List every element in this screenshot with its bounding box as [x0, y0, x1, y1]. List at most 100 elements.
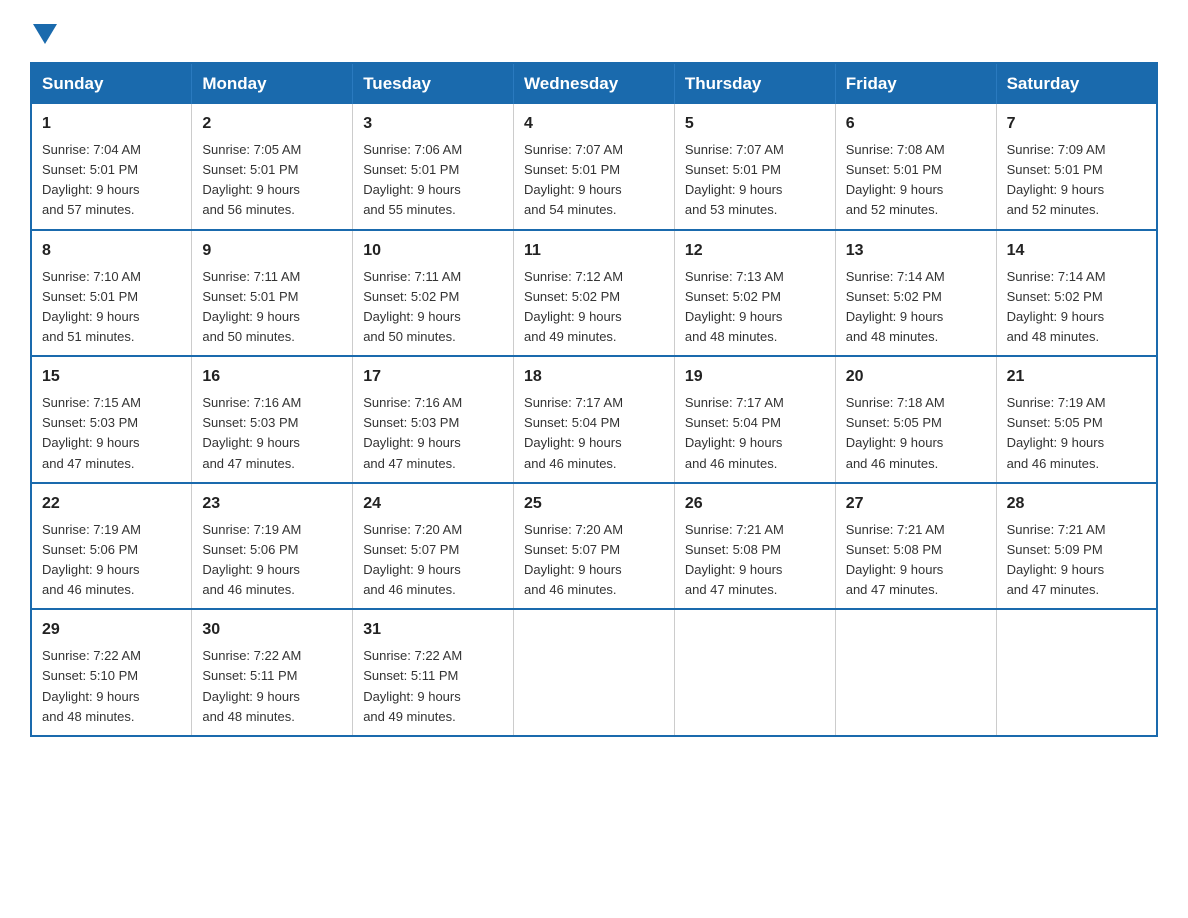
calendar-week-row: 15 Sunrise: 7:15 AMSunset: 5:03 PMDayligh…: [31, 356, 1157, 483]
day-info: Sunrise: 7:22 AMSunset: 5:11 PMDaylight:…: [202, 648, 301, 723]
day-number: 11: [524, 239, 664, 263]
calendar-day-cell: 11 Sunrise: 7:12 AMSunset: 5:02 PMDayligh…: [514, 230, 675, 357]
day-info: Sunrise: 7:11 AMSunset: 5:02 PMDaylight:…: [363, 269, 461, 344]
day-info: Sunrise: 7:21 AMSunset: 5:08 PMDaylight:…: [846, 522, 945, 597]
day-info: Sunrise: 7:20 AMSunset: 5:07 PMDaylight:…: [363, 522, 462, 597]
day-info: Sunrise: 7:04 AMSunset: 5:01 PMDaylight:…: [42, 142, 141, 217]
calendar-day-cell: 12 Sunrise: 7:13 AMSunset: 5:02 PMDayligh…: [674, 230, 835, 357]
day-number: 6: [846, 112, 986, 136]
calendar-day-cell: 26 Sunrise: 7:21 AMSunset: 5:08 PMDayligh…: [674, 483, 835, 610]
calendar-day-cell: 24Sunrise: 7:20 AMSunset: 5:07 PMDayligh…: [353, 483, 514, 610]
calendar-day-cell: 8 Sunrise: 7:10 AMSunset: 5:01 PMDaylight…: [31, 230, 192, 357]
day-info: Sunrise: 7:17 AMSunset: 5:04 PMDaylight:…: [685, 395, 784, 470]
calendar-day-cell: 29 Sunrise: 7:22 AMSunset: 5:10 PMDayligh…: [31, 609, 192, 736]
day-info: Sunrise: 7:10 AMSunset: 5:01 PMDaylight:…: [42, 269, 141, 344]
day-number: 21: [1007, 365, 1146, 389]
day-number: 19: [685, 365, 825, 389]
day-number: 5: [685, 112, 825, 136]
calendar-table: SundayMondayTuesdayWednesdayThursdayFrid…: [30, 62, 1158, 737]
calendar-day-cell: [996, 609, 1157, 736]
day-info: Sunrise: 7:21 AMSunset: 5:08 PMDaylight:…: [685, 522, 784, 597]
day-number: 30: [202, 618, 342, 642]
calendar-day-cell: 6 Sunrise: 7:08 AMSunset: 5:01 PMDaylight…: [835, 104, 996, 230]
calendar-day-cell: 2 Sunrise: 7:05 AMSunset: 5:01 PMDaylight…: [192, 104, 353, 230]
weekday-header-thursday: Thursday: [674, 63, 835, 104]
calendar-day-cell: [514, 609, 675, 736]
day-info: Sunrise: 7:14 AMSunset: 5:02 PMDaylight:…: [1007, 269, 1106, 344]
day-number: 4: [524, 112, 664, 136]
calendar-day-cell: 17 Sunrise: 7:16 AMSunset: 5:03 PMDayligh…: [353, 356, 514, 483]
calendar-day-cell: 5 Sunrise: 7:07 AMSunset: 5:01 PMDaylight…: [674, 104, 835, 230]
day-number: 27: [846, 492, 986, 516]
day-number: 25: [524, 492, 664, 516]
day-info: Sunrise: 7:16 AMSunset: 5:03 PMDaylight:…: [363, 395, 462, 470]
day-info: Sunrise: 7:21 AMSunset: 5:09 PMDaylight:…: [1007, 522, 1106, 597]
calendar-day-cell: 18Sunrise: 7:17 AMSunset: 5:04 PMDayligh…: [514, 356, 675, 483]
calendar-day-cell: 28Sunrise: 7:21 AMSunset: 5:09 PMDayligh…: [996, 483, 1157, 610]
weekday-header-wednesday: Wednesday: [514, 63, 675, 104]
logo-triangle-icon: [33, 24, 57, 44]
header-area: [30, 20, 1158, 42]
calendar-day-cell: 13 Sunrise: 7:14 AMSunset: 5:02 PMDayligh…: [835, 230, 996, 357]
day-info: Sunrise: 7:08 AMSunset: 5:01 PMDaylight:…: [846, 142, 945, 217]
day-info: Sunrise: 7:19 AMSunset: 5:05 PMDaylight:…: [1007, 395, 1106, 470]
day-number: 29: [42, 618, 181, 642]
day-info: Sunrise: 7:19 AMSunset: 5:06 PMDaylight:…: [202, 522, 301, 597]
day-number: 10: [363, 239, 503, 263]
day-number: 16: [202, 365, 342, 389]
calendar-day-cell: [835, 609, 996, 736]
day-info: Sunrise: 7:19 AMSunset: 5:06 PMDaylight:…: [42, 522, 141, 597]
weekday-header-tuesday: Tuesday: [353, 63, 514, 104]
weekday-header-monday: Monday: [192, 63, 353, 104]
day-number: 13: [846, 239, 986, 263]
day-info: Sunrise: 7:06 AMSunset: 5:01 PMDaylight:…: [363, 142, 462, 217]
day-number: 2: [202, 112, 342, 136]
weekday-header-friday: Friday: [835, 63, 996, 104]
calendar-day-cell: 22 Sunrise: 7:19 AMSunset: 5:06 PMDayligh…: [31, 483, 192, 610]
calendar-week-row: 8 Sunrise: 7:10 AMSunset: 5:01 PMDaylight…: [31, 230, 1157, 357]
day-info: Sunrise: 7:22 AMSunset: 5:10 PMDaylight:…: [42, 648, 141, 723]
day-number: 7: [1007, 112, 1146, 136]
day-number: 26: [685, 492, 825, 516]
day-info: Sunrise: 7:16 AMSunset: 5:03 PMDaylight:…: [202, 395, 301, 470]
day-number: 3: [363, 112, 503, 136]
weekday-header-sunday: Sunday: [31, 63, 192, 104]
calendar-week-row: 1Sunrise: 7:04 AMSunset: 5:01 PMDaylight…: [31, 104, 1157, 230]
calendar-day-cell: [674, 609, 835, 736]
calendar-day-cell: 10 Sunrise: 7:11 AMSunset: 5:02 PMDayligh…: [353, 230, 514, 357]
calendar-day-cell: 16 Sunrise: 7:16 AMSunset: 5:03 PMDayligh…: [192, 356, 353, 483]
logo: [30, 20, 57, 42]
day-info: Sunrise: 7:13 AMSunset: 5:02 PMDaylight:…: [685, 269, 784, 344]
weekday-header-row: SundayMondayTuesdayWednesdayThursdayFrid…: [31, 63, 1157, 104]
day-number: 20: [846, 365, 986, 389]
calendar-day-cell: 19 Sunrise: 7:17 AMSunset: 5:04 PMDayligh…: [674, 356, 835, 483]
day-info: Sunrise: 7:11 AMSunset: 5:01 PMDaylight:…: [202, 269, 300, 344]
calendar-day-cell: 9 Sunrise: 7:11 AMSunset: 5:01 PMDaylight…: [192, 230, 353, 357]
day-number: 22: [42, 492, 181, 516]
day-number: 9: [202, 239, 342, 263]
day-number: 31: [363, 618, 503, 642]
day-number: 15: [42, 365, 181, 389]
calendar-day-cell: 25 Sunrise: 7:20 AMSunset: 5:07 PMDayligh…: [514, 483, 675, 610]
day-number: 14: [1007, 239, 1146, 263]
day-number: 8: [42, 239, 181, 263]
calendar-day-cell: 31 Sunrise: 7:22 AMSunset: 5:11 PMDayligh…: [353, 609, 514, 736]
day-number: 12: [685, 239, 825, 263]
calendar-day-cell: 27 Sunrise: 7:21 AMSunset: 5:08 PMDayligh…: [835, 483, 996, 610]
calendar-week-row: 22 Sunrise: 7:19 AMSunset: 5:06 PMDayligh…: [31, 483, 1157, 610]
day-number: 17: [363, 365, 503, 389]
day-info: Sunrise: 7:22 AMSunset: 5:11 PMDaylight:…: [363, 648, 462, 723]
calendar-day-cell: 7Sunrise: 7:09 AMSunset: 5:01 PMDaylight…: [996, 104, 1157, 230]
day-info: Sunrise: 7:05 AMSunset: 5:01 PMDaylight:…: [202, 142, 301, 217]
day-info: Sunrise: 7:14 AMSunset: 5:02 PMDaylight:…: [846, 269, 945, 344]
calendar-day-cell: 23Sunrise: 7:19 AMSunset: 5:06 PMDayligh…: [192, 483, 353, 610]
calendar-day-cell: 3 Sunrise: 7:06 AMSunset: 5:01 PMDaylight…: [353, 104, 514, 230]
calendar-day-cell: 14 Sunrise: 7:14 AMSunset: 5:02 PMDayligh…: [996, 230, 1157, 357]
calendar-day-cell: 1Sunrise: 7:04 AMSunset: 5:01 PMDaylight…: [31, 104, 192, 230]
day-info: Sunrise: 7:17 AMSunset: 5:04 PMDaylight:…: [524, 395, 623, 470]
day-info: Sunrise: 7:07 AMSunset: 5:01 PMDaylight:…: [524, 142, 623, 217]
day-info: Sunrise: 7:07 AMSunset: 5:01 PMDaylight:…: [685, 142, 784, 217]
day-info: Sunrise: 7:20 AMSunset: 5:07 PMDaylight:…: [524, 522, 623, 597]
day-info: Sunrise: 7:12 AMSunset: 5:02 PMDaylight:…: [524, 269, 623, 344]
day-info: Sunrise: 7:15 AMSunset: 5:03 PMDaylight:…: [42, 395, 141, 470]
